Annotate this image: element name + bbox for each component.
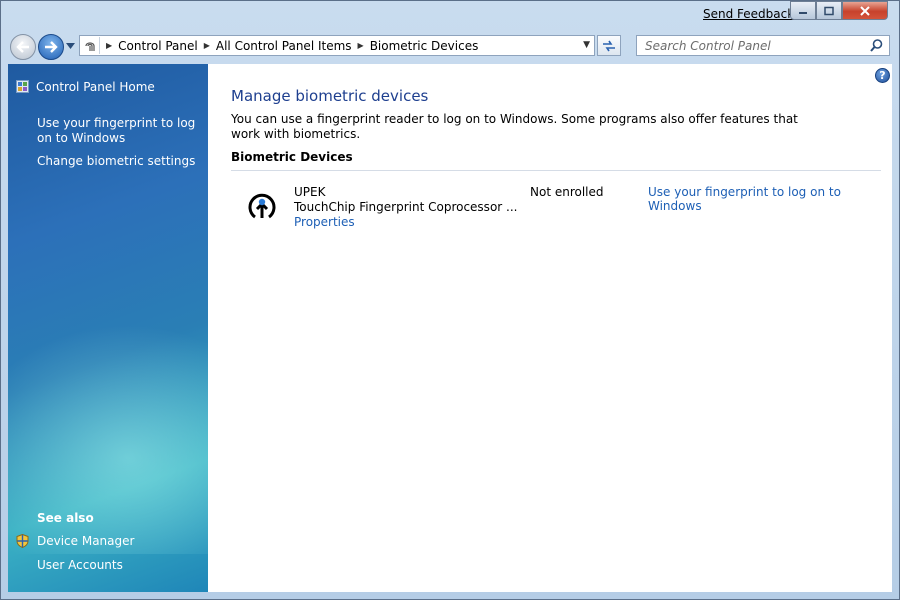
enrollment-status: Not enrolled	[530, 185, 604, 199]
section-heading: Biometric Devices	[231, 150, 353, 164]
address-bar[interactable]: ▶ Control Panel ▶ All Control Panel Item…	[79, 35, 595, 56]
send-feedback-link[interactable]: Send Feedback	[703, 7, 794, 21]
refresh-icon	[603, 40, 615, 51]
refresh-button[interactable]	[597, 35, 621, 56]
breadcrumb-arrow-icon[interactable]: ▶	[204, 41, 210, 50]
sidebar: Control Panel Home Use your fingerprint …	[8, 64, 208, 592]
help-icon: ?	[879, 69, 886, 82]
device-vendor: UPEK	[294, 185, 326, 199]
control-panel-home-link[interactable]: Control Panel Home	[36, 80, 155, 95]
help-button[interactable]: ?	[875, 68, 890, 83]
window-controls	[790, 1, 888, 21]
breadcrumb-biometric-devices[interactable]: Biometric Devices	[370, 39, 479, 53]
back-arrow-icon	[16, 41, 29, 53]
page-title: Manage biometric devices	[231, 87, 429, 105]
address-dropdown-icon[interactable]: ▼	[583, 40, 590, 50]
device-properties-link[interactable]: Properties	[294, 215, 355, 229]
search-box	[636, 35, 890, 56]
minimize-button[interactable]	[790, 1, 816, 20]
page-description: You can use a fingerprint reader to log …	[231, 112, 798, 141]
search-icon[interactable]	[870, 39, 883, 52]
device-model: TouchChip Fingerprint Coprocessor ...	[294, 200, 518, 214]
breadcrumb-all-items[interactable]: All Control Panel Items	[216, 39, 352, 53]
minimize-icon	[799, 11, 807, 14]
breadcrumb-arrow-icon: ▶	[106, 41, 113, 50]
control-panel-icon	[16, 80, 29, 93]
recent-pages-dropdown[interactable]	[66, 42, 75, 52]
uac-shield-icon	[16, 534, 29, 548]
section-divider	[231, 170, 881, 171]
use-fingerprint-link[interactable]: Use your fingerprint to log on to Window…	[648, 185, 892, 213]
breadcrumb: ▶ Control Panel ▶ All Control Panel Item…	[100, 39, 478, 53]
title-bar: Send Feedback	[0, 0, 900, 30]
fingerprint-icon	[81, 37, 100, 54]
breadcrumb-arrow-icon[interactable]: ▶	[358, 41, 364, 50]
restore-icon	[823, 6, 834, 15]
close-icon	[860, 5, 870, 16]
user-accounts-link[interactable]: User Accounts	[37, 558, 123, 573]
close-button[interactable]	[842, 1, 888, 20]
back-button[interactable]	[10, 34, 36, 60]
breadcrumb-control-panel[interactable]: Control Panel	[118, 39, 198, 53]
maximize-button[interactable]	[816, 1, 842, 20]
window: Send Feedback ▶ Control Panel ▶ All Cont…	[0, 0, 900, 600]
chevron-down-icon	[66, 43, 75, 49]
change-biometric-settings-link[interactable]: Change biometric settings	[37, 154, 195, 169]
search-input[interactable]	[643, 38, 862, 54]
see-also-heading: See also	[37, 511, 94, 525]
fingerprint-logon-link[interactable]: Use your fingerprint to log on to Window…	[37, 116, 202, 146]
forward-button[interactable]	[38, 34, 64, 60]
fingerprint-reader-icon	[248, 193, 276, 219]
device-manager-link[interactable]: Device Manager	[37, 534, 134, 549]
forward-arrow-icon	[45, 41, 58, 53]
main-content: ? Manage biometric devices You can use a…	[208, 64, 892, 592]
